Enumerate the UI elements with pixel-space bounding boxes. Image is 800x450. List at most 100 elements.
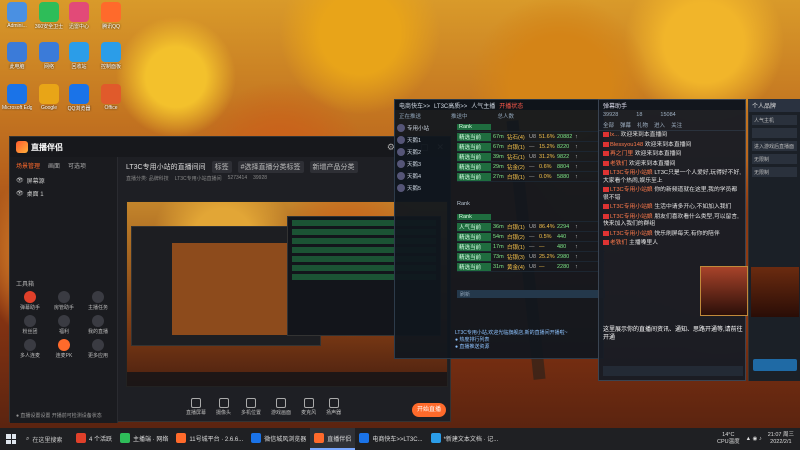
desktop-icon[interactable]: 控制面板 <box>96 42 126 70</box>
table-row[interactable]: 精选当前 54m 白银(2) — 0.5% 440 ↑ <box>457 232 605 242</box>
monitored-user[interactable]: 天鹅3 <box>397 158 455 170</box>
side-action-button[interactable] <box>753 359 797 371</box>
toolbox-item[interactable]: 房管助手 <box>48 291 80 311</box>
tray-icons[interactable]: ▲ ◉ ♪ <box>746 436 762 442</box>
side-field[interactable]: 人气主机 <box>752 115 797 125</box>
chat-username[interactable]: 老铁们 <box>610 161 627 167</box>
desktop-icon[interactable]: 迅雷中心 <box>64 2 94 30</box>
desktop-icon[interactable]: Google <box>34 84 64 111</box>
room-tag[interactable]: 标签 <box>211 161 232 173</box>
game-ad-tile[interactable] <box>700 266 748 316</box>
source-tool-button[interactable]: 扬声器 <box>326 398 341 416</box>
table-row[interactable]: 精选当前 39m 钻石(1) U8 31.2% 9822 ↑ <box>457 152 605 162</box>
desktop-icon[interactable]: 此电脑 <box>2 42 32 70</box>
row-status-cell[interactable]: 精选当前 <box>457 142 491 151</box>
monitored-user[interactable]: 专用小站 <box>397 122 455 134</box>
weather-widget[interactable]: 14°C CPU温度 <box>717 432 740 446</box>
side-field[interactable] <box>752 128 797 138</box>
monitor-breadcrumb[interactable]: LT3C高质>> <box>434 101 467 110</box>
taskbar-search[interactable]: ⌕ 在这里搜索 <box>22 431 72 447</box>
source-tool-button[interactable]: 直播屏幕 <box>186 398 206 416</box>
desktop-icon[interactable]: 360安全卫士 <box>34 2 64 30</box>
table-row[interactable]: 人气当前 36m 白银(1) U8 86.4% 2294 ↑ <box>457 222 605 232</box>
chat-username[interactable]: LT3C专用小站娘 <box>610 204 653 210</box>
source-tool-button[interactable]: 多机位置 <box>241 398 261 416</box>
desktop-icon[interactable]: QQ浏览器 <box>64 84 94 112</box>
row-status-cell[interactable]: 精选当前 <box>457 262 491 271</box>
monitored-user[interactable]: 天鹅2 <box>397 146 455 158</box>
monitor-breadcrumb[interactable]: 电商快车>> <box>399 101 430 110</box>
tab-scene-manage[interactable]: 场景管理 <box>16 161 40 170</box>
side-field[interactable]: 无限制 <box>752 167 797 177</box>
start-stream-button[interactable]: 开始直播 <box>412 403 446 417</box>
row-status-cell[interactable]: 精选当前 <box>457 162 491 171</box>
chat-username[interactable]: LT3C专用小站娘 <box>610 170 653 176</box>
source-tool-button[interactable]: 摄像头 <box>216 398 231 416</box>
row-status-cell[interactable]: 精选当前 <box>457 132 491 141</box>
toolbox-item[interactable]: 更多应用 <box>82 339 114 359</box>
row-status-cell[interactable]: 精选当前 <box>457 172 491 181</box>
monitored-user[interactable]: 天鹅1 <box>397 134 455 146</box>
tab-canvas[interactable]: 画面 <box>48 161 60 170</box>
desktop-icon[interactable]: 回收站 <box>64 42 94 70</box>
toolbox-item[interactable]: 多人连麦 <box>14 339 46 359</box>
eye-icon[interactable]: 👁 <box>16 190 24 197</box>
taskbar-app[interactable]: 电商快车>>LT3C... <box>355 428 426 450</box>
table-row[interactable]: 精选当前 67m 白银(1) — 15.2% 8220 ↑ <box>457 142 605 152</box>
desktop-icon[interactable]: Office <box>96 84 126 111</box>
toolbox-item[interactable]: 粉丝团 <box>14 315 46 335</box>
desktop-icon[interactable]: Admini... <box>2 2 32 29</box>
table-row[interactable]: 精选当前 27m 白银(1) — 0.0% 5880 ↑ <box>457 172 605 182</box>
chat-username[interactable]: Blessyou148 <box>610 142 643 148</box>
taskbar-app[interactable]: 4 个活跃 <box>72 428 116 450</box>
side-field[interactable]: 无限制 <box>752 154 797 164</box>
desktop-icon[interactable]: Microsoft Edge <box>2 84 32 111</box>
table-row[interactable]: 精选当前 31m 黄金(4) U8— 2280 ↑ <box>457 262 605 272</box>
scene-item[interactable]: 👁 桌面 1 <box>10 187 117 200</box>
chat-username[interactable]: 再之门里 <box>610 151 633 157</box>
chat-username[interactable]: LT3C专用小站娘 <box>610 231 653 237</box>
chat-username[interactable]: LT3C专用小站娘 <box>610 214 653 220</box>
toolbox-item[interactable]: 弹幕助手 <box>14 291 46 311</box>
start-button[interactable] <box>0 428 22 450</box>
row-status-cell[interactable]: 精选当前 <box>457 152 491 161</box>
row-status-cell[interactable]: 精选当前 <box>457 232 491 241</box>
table-row[interactable]: 精选当前 73m 钻银(3) U8 25.2% 2980 ↑ <box>457 252 605 262</box>
desktop-icon[interactable]: 腾讯QQ <box>96 2 126 30</box>
chat-tab[interactable]: 进入 <box>654 121 665 129</box>
toolbox-item[interactable]: 我的直播 <box>82 315 114 335</box>
chat-tab[interactable]: 关注 <box>671 121 682 129</box>
toolbox-item[interactable]: 连麦PK <box>48 339 80 359</box>
chat-input[interactable] <box>603 366 743 376</box>
scene-item[interactable]: 👁 屏幕源 <box>10 174 117 187</box>
chat-username[interactable]: LT3C专用小站娘 <box>610 187 653 193</box>
taskbar-app[interactable]: 主播端 · 网络 <box>116 428 172 450</box>
source-tool-button[interactable]: 麦克风 <box>301 398 316 416</box>
taskbar-app[interactable]: *新建文本文档 · 记... <box>427 428 503 450</box>
refresh-bar[interactable]: 刷新 <box>457 290 605 298</box>
chat-tab[interactable]: 礼物 <box>637 121 648 129</box>
eye-icon[interactable]: 👁 <box>16 177 24 184</box>
clock[interactable]: 21:07 周三 2022/2/1 <box>768 432 794 446</box>
table-row[interactable]: 精选当前 67m 钻石(4) U8 51.6% 20882 ↑ <box>457 132 605 142</box>
source-tool-button[interactable]: 游戏画面 <box>271 398 291 416</box>
toolbox-item[interactable]: 福利 <box>48 315 80 335</box>
toolbox-item[interactable]: 主播任务 <box>82 291 114 311</box>
room-tag[interactable]: 新增产品分类 <box>309 161 358 173</box>
game-ad-banner[interactable] <box>751 267 799 317</box>
table-row[interactable]: 精选当前 17m 白银(1) — — 480 ↑ <box>457 242 605 252</box>
desktop-icon[interactable]: 网络 <box>34 42 64 70</box>
row-status-cell[interactable]: 精选当前 <box>457 242 491 251</box>
monitored-user[interactable]: 天鹅5 <box>397 182 455 194</box>
row-status-cell[interactable]: 人气当前 <box>457 222 491 231</box>
room-tag[interactable]: #选择直播分类标签 <box>237 161 304 173</box>
chat-username[interactable]: 老铁们 <box>610 240 627 246</box>
taskbar-app[interactable]: 微信城风浏览器 <box>247 428 310 450</box>
chat-tab[interactable]: 全部 <box>603 121 614 129</box>
side-field[interactable]: 进入游戏后直播面 <box>752 141 797 151</box>
chat-username[interactable]: lx... <box>610 132 619 138</box>
monitored-user[interactable]: 天鹅4 <box>397 170 455 182</box>
taskbar-app[interactable]: 直播伴侣 <box>310 428 356 450</box>
table-row[interactable]: 精选当前 29m 钻金(2) — 0.6% 8804 ↑ <box>457 162 605 172</box>
tab-options[interactable]: 可选项 <box>68 161 86 170</box>
